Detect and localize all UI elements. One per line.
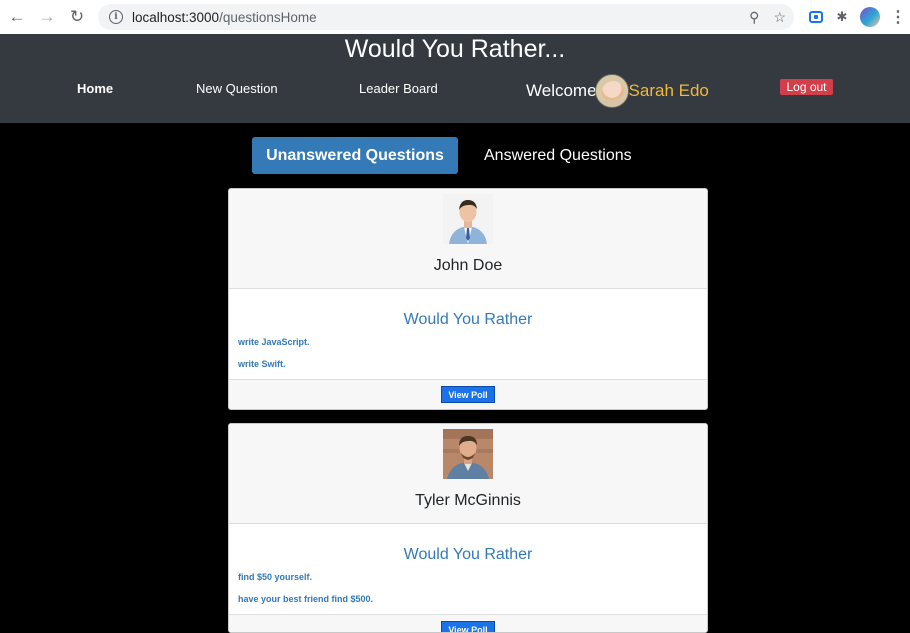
app-title: Would You Rather...	[344, 35, 566, 63]
zoom-icon[interactable]: ⚲	[749, 9, 759, 26]
card-body: Would You Rather find $50 yourself. have…	[229, 524, 707, 614]
address-bar[interactable]: i localhost:3000/questionsHome ⚲ ☆	[98, 4, 794, 30]
browser-toolbar: ← → ↻ i localhost:3000/questionsHome ⚲ ☆…	[0, 0, 910, 34]
card-header: John Doe	[229, 189, 707, 289]
author-avatar	[443, 429, 493, 479]
url-host: localhost:3000	[132, 9, 220, 25]
option-one: find $50 yourself.	[238, 572, 313, 582]
would-you-rather-heading: Would You Rather	[403, 546, 533, 563]
navbar: Home New Question Leader Board Welcome S…	[0, 64, 910, 123]
url-text[interactable]: localhost:3000/questionsHome	[132, 10, 317, 25]
author-name: John Doe	[433, 257, 503, 274]
option-two: write Swift.	[238, 359, 286, 369]
forward-arrow-icon[interactable]: →	[36, 6, 58, 28]
would-you-rather-heading: Would You Rather	[403, 311, 533, 328]
info-icon[interactable]: i	[109, 10, 123, 24]
url-path: /questionsHome	[219, 9, 317, 25]
nav-new-question-link[interactable]: New Question	[196, 81, 278, 96]
card-body: Would You Rather write JavaScript. write…	[229, 289, 707, 379]
logout-button[interactable]: Log out	[780, 79, 833, 95]
nav-home-link[interactable]: Home	[77, 81, 113, 96]
question-card: John Doe Would You Rather write JavaScri…	[228, 188, 708, 410]
card-footer: View Poll	[229, 379, 707, 409]
extensions-puzzle-icon[interactable]: ✱	[834, 9, 850, 25]
author-name: Tyler McGinnis	[415, 492, 521, 509]
screen-cast-icon[interactable]	[808, 9, 824, 25]
welcome-text: Welcome	[526, 81, 597, 100]
card-footer: View Poll	[229, 614, 707, 632]
nav-leader-board-link[interactable]: Leader Board	[359, 81, 438, 96]
user-avatar	[594, 74, 629, 108]
kebab-menu-icon[interactable]: ⋮	[890, 9, 906, 26]
author-avatar	[443, 194, 493, 244]
question-card: Tyler McGinnis Would You Rather find $50…	[228, 423, 708, 633]
option-one: write JavaScript.	[238, 337, 310, 347]
profile-avatar-icon[interactable]	[860, 7, 880, 27]
app-header: Would You Rather...	[0, 34, 910, 64]
card-header: Tyler McGinnis	[229, 424, 707, 524]
view-poll-button[interactable]: View Poll	[441, 621, 495, 632]
user-name: Sarah Edo	[628, 81, 709, 100]
tab-unanswered-questions[interactable]: Unanswered Questions	[252, 137, 458, 174]
view-poll-button[interactable]: View Poll	[441, 386, 495, 403]
back-arrow-icon[interactable]: ←	[6, 6, 28, 28]
reload-icon[interactable]: ↻	[66, 6, 88, 28]
star-icon[interactable]: ☆	[773, 9, 786, 26]
tab-answered-questions[interactable]: Answered Questions	[474, 137, 642, 174]
welcome-user: Welcome Sarah Edo	[526, 74, 709, 108]
option-two: have your best friend find $500.	[238, 594, 374, 604]
